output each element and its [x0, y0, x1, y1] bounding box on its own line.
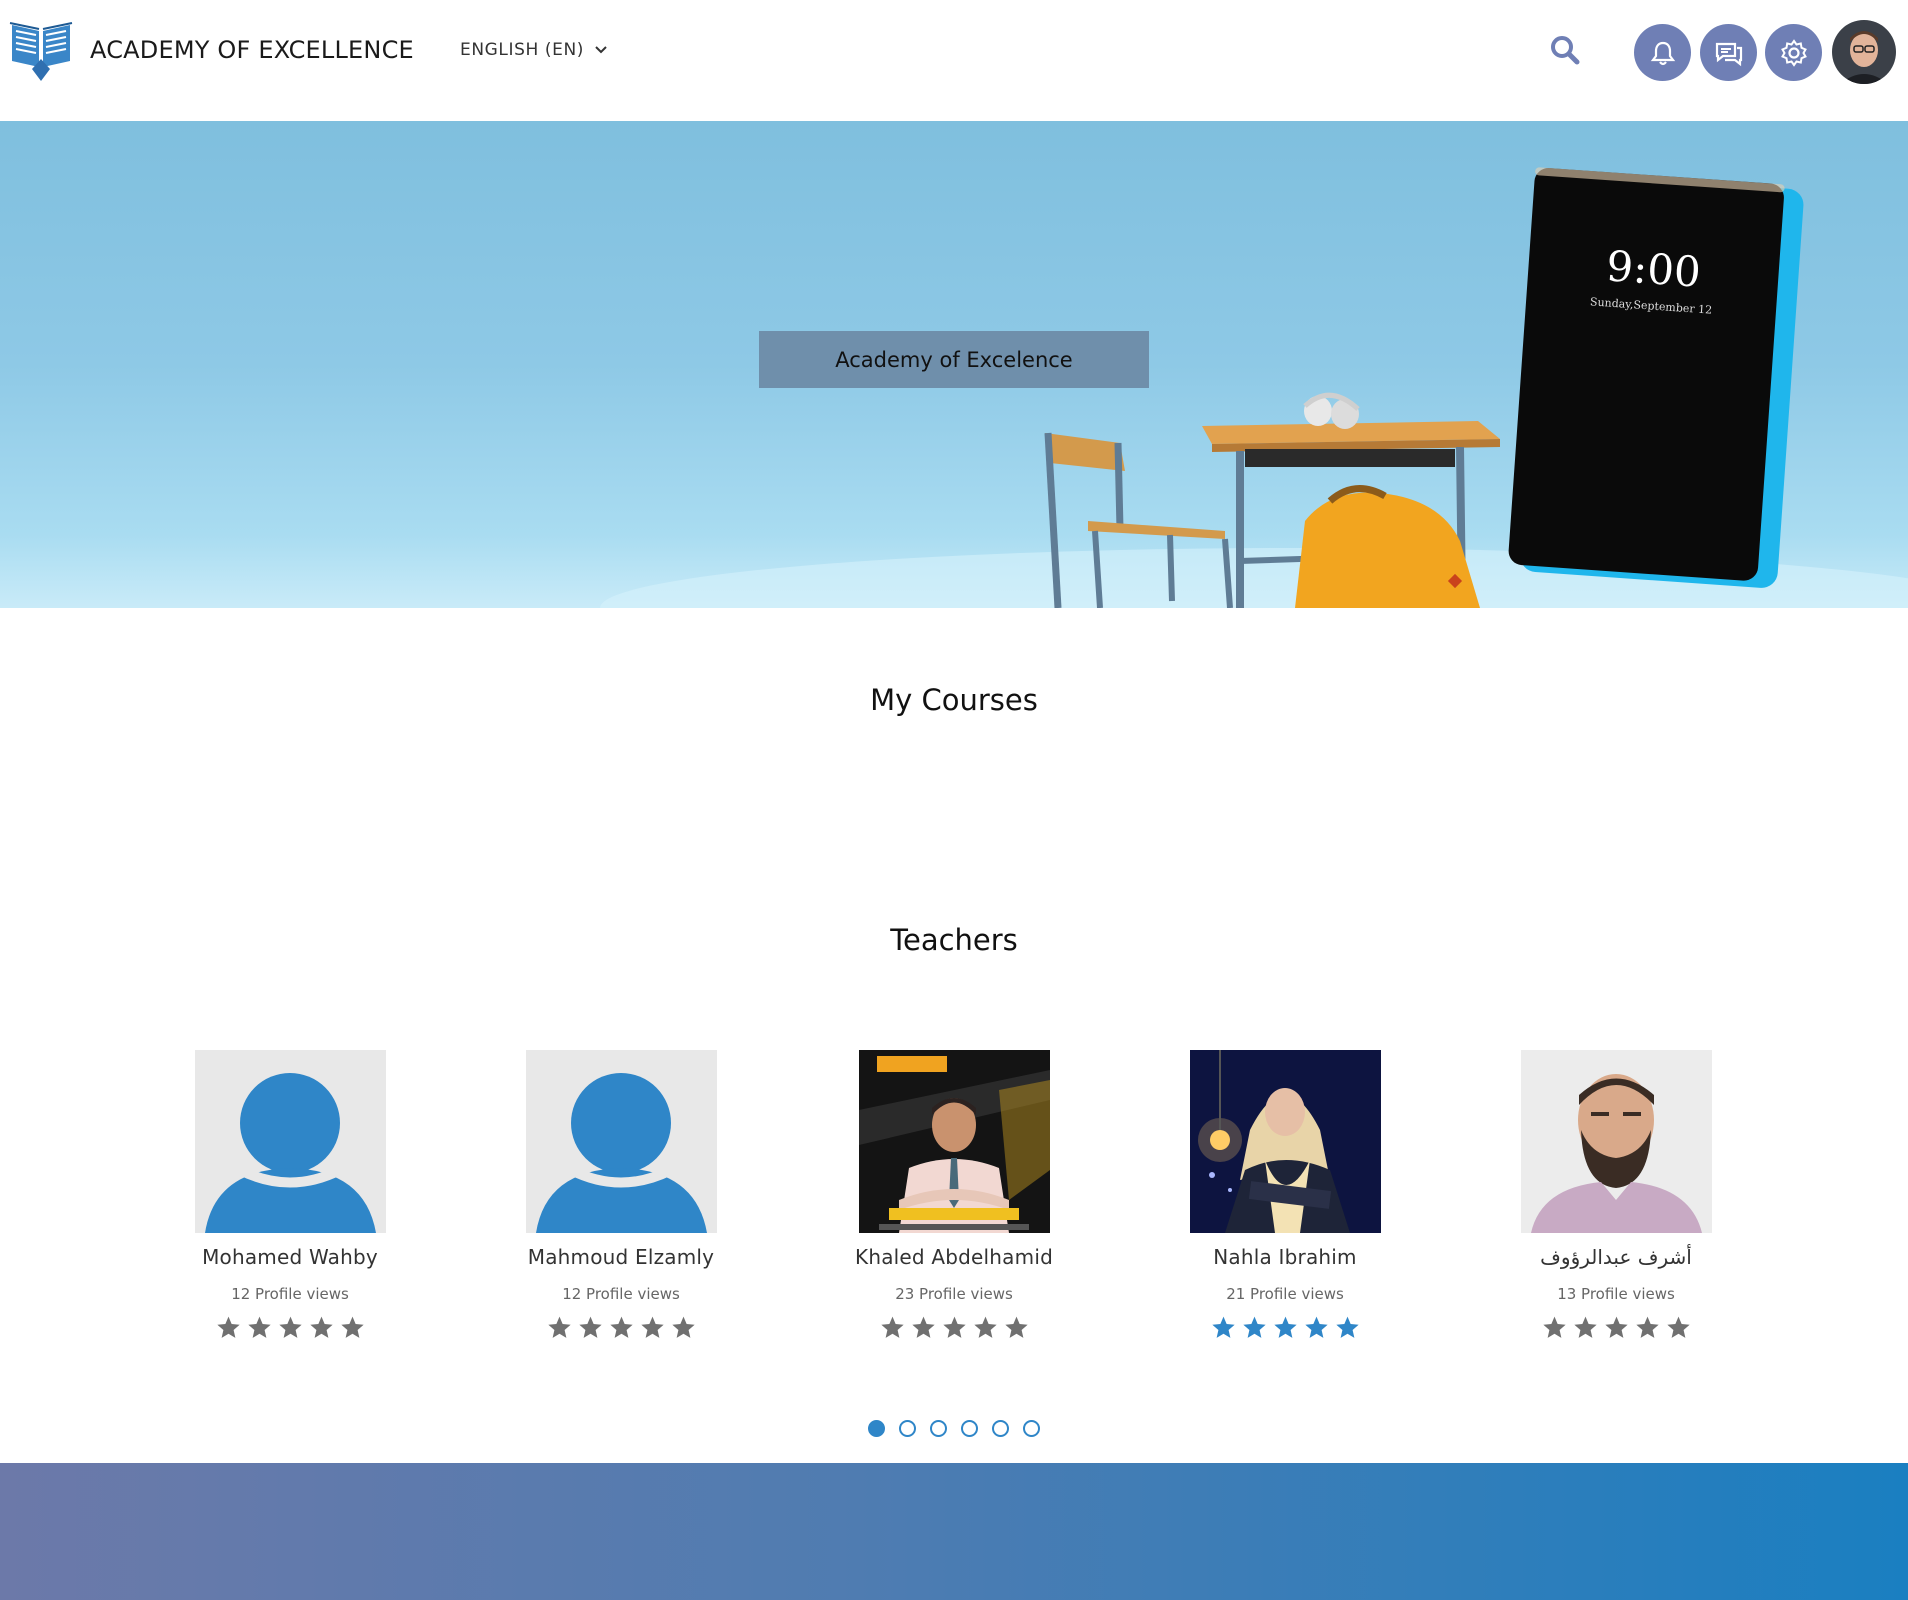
footer-band	[0, 1463, 1908, 1600]
star-icon	[216, 1316, 240, 1338]
star-icon	[640, 1316, 664, 1338]
star-icon	[1573, 1316, 1597, 1338]
user-avatar-image	[1832, 20, 1896, 84]
default-user-icon	[525, 1050, 717, 1233]
teacher-rating	[491, 1315, 751, 1340]
teacher-card[interactable]: Mahmoud Elzamly 12 Profile views	[491, 1050, 751, 1340]
messages-button[interactable]	[1700, 24, 1757, 81]
my-courses-heading: My Courses	[870, 683, 1038, 717]
teacher-portrait-image	[1520, 1050, 1712, 1233]
teacher-profile-views: 23 Profile views	[895, 1285, 1013, 1303]
default-user-icon	[194, 1050, 386, 1233]
site-name: ACADEMY OF EXCELLENCE	[90, 36, 414, 64]
teacher-card[interactable]: أشرف عبدالرؤوف 13 Profile views	[1486, 1050, 1746, 1340]
language-selector[interactable]: ENGLISH (EN)	[460, 40, 608, 60]
teacher-name: Mahmoud Elzamly	[527, 1245, 715, 1269]
star-icon	[1304, 1316, 1328, 1338]
search-icon[interactable]	[1548, 33, 1582, 67]
star-icon	[942, 1316, 966, 1338]
star-icon	[1604, 1316, 1628, 1338]
star-icon	[1004, 1316, 1028, 1338]
language-label: ENGLISH (EN)	[460, 40, 585, 60]
chevron-down-icon	[595, 46, 607, 54]
teacher-profile-views: 12 Profile views	[231, 1285, 349, 1303]
star-icon	[911, 1316, 935, 1338]
notifications-button[interactable]	[1634, 24, 1691, 81]
carousel-dot[interactable]	[899, 1420, 916, 1437]
settings-button[interactable]	[1765, 24, 1822, 81]
star-icon	[578, 1316, 602, 1338]
star-icon	[880, 1316, 904, 1338]
star-icon	[247, 1316, 271, 1338]
carousel-dot[interactable]	[992, 1420, 1009, 1437]
star-icon	[609, 1316, 633, 1338]
carousel-dot[interactable]	[1023, 1420, 1040, 1437]
teachers-carousel: Mohamed Wahby 12 Profile views Mahmoud E…	[0, 1050, 1908, 1370]
star-icon	[1635, 1316, 1659, 1338]
user-avatar[interactable]	[1832, 20, 1896, 84]
hero-title: Academy of Excelence	[759, 331, 1149, 388]
teacher-photo	[194, 1050, 386, 1233]
star-icon	[340, 1316, 364, 1338]
tablet-clock-time: 9:00	[1605, 241, 1703, 296]
top-navbar: ACADEMY OF EXCELLENCE ENGLISH (EN)	[0, 0, 1908, 121]
star-icon	[547, 1316, 571, 1338]
star-icon	[1242, 1316, 1266, 1338]
teachers-heading: Teachers	[890, 923, 1018, 957]
teacher-rating	[1486, 1315, 1746, 1340]
teacher-name: Mohamed Wahby	[202, 1245, 378, 1269]
teacher-portrait-image	[858, 1050, 1050, 1233]
star-icon	[1211, 1316, 1235, 1338]
star-icon	[1666, 1316, 1690, 1338]
teacher-profile-views: 12 Profile views	[562, 1285, 680, 1303]
open-book-logo-icon	[9, 22, 73, 81]
teacher-photo	[525, 1050, 717, 1233]
teacher-photo	[858, 1050, 1050, 1233]
messages-icon	[1715, 42, 1742, 66]
hero-banner: 9:00 Sunday,September 12 Academy of Exce…	[0, 121, 1908, 608]
carousel-dot[interactable]	[961, 1420, 978, 1437]
star-icon	[278, 1316, 302, 1338]
teacher-rating	[1155, 1315, 1415, 1340]
notifications-icon	[1650, 41, 1675, 65]
star-icon	[671, 1316, 695, 1338]
teacher-rating	[824, 1315, 1084, 1340]
star-icon	[1273, 1316, 1297, 1338]
gear-icon	[1780, 38, 1807, 67]
teacher-card[interactable]: Nahla Ibrahim 21 Profile views	[1155, 1050, 1415, 1340]
teacher-name: أشرف عبدالرؤوف	[1540, 1245, 1692, 1269]
star-icon	[309, 1316, 333, 1338]
teacher-profile-views: 21 Profile views	[1226, 1285, 1344, 1303]
teacher-profile-views: 13 Profile views	[1557, 1285, 1675, 1303]
teacher-rating	[160, 1315, 420, 1340]
teacher-photo	[1520, 1050, 1712, 1233]
brand-link[interactable]: ACADEMY OF EXCELLENCE	[8, 16, 414, 84]
carousel-pagination	[868, 1420, 1040, 1437]
teacher-name: Nahla Ibrahim	[1213, 1245, 1357, 1269]
teacher-card[interactable]: Khaled Abdelhamid 23 Profile views	[824, 1050, 1084, 1340]
teacher-name: Khaled Abdelhamid	[855, 1245, 1053, 1269]
teacher-photo	[1189, 1050, 1381, 1233]
carousel-dot[interactable]	[868, 1420, 885, 1437]
teacher-card[interactable]: Mohamed Wahby 12 Profile views	[160, 1050, 420, 1340]
star-icon	[1335, 1316, 1359, 1338]
teacher-portrait-image	[1189, 1050, 1381, 1233]
carousel-dot[interactable]	[930, 1420, 947, 1437]
star-icon	[973, 1316, 997, 1338]
star-icon	[1542, 1316, 1566, 1338]
